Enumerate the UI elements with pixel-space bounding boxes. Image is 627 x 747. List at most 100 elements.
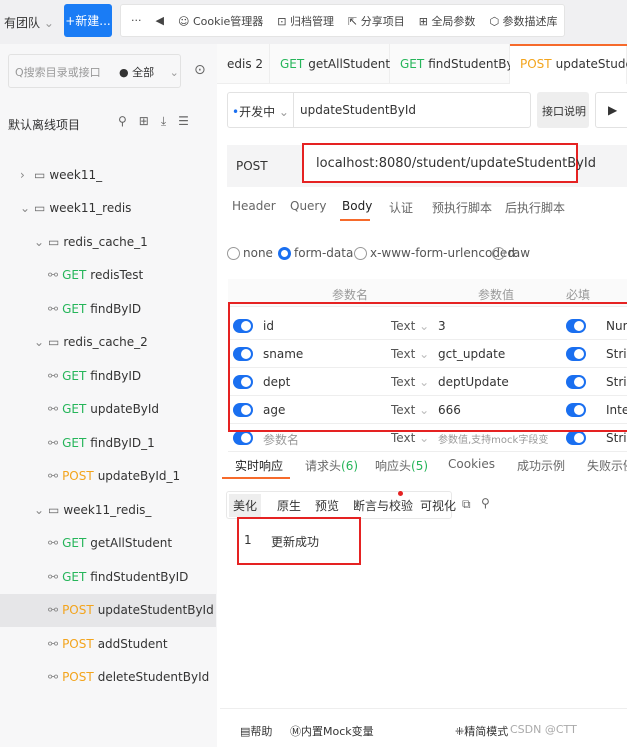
play-icon[interactable]: ▶	[595, 92, 627, 128]
tree-item[interactable]: ⚯ GET findByID_1	[0, 426, 216, 459]
method-badge: POST	[62, 603, 94, 617]
tab-2[interactable]: GET findStudentByII	[390, 44, 521, 84]
view-tab-3[interactable]: 断言与校验	[349, 494, 417, 517]
archive-button[interactable]: ⊡ 归档管理	[277, 13, 334, 29]
api-name-value[interactable]: updateStudentById	[300, 103, 416, 117]
radio-label: form-data	[294, 246, 354, 260]
tree-item[interactable]: ⚯ GET findByID	[0, 292, 216, 325]
radio-label: raw	[508, 246, 531, 260]
method-select[interactable]: POST	[236, 159, 268, 173]
tree-item[interactable]: ⚯ GET findStudentByID	[0, 560, 216, 593]
link-icon: ⚯	[48, 636, 59, 651]
link-icon: ⚯	[48, 402, 59, 416]
param-library-button[interactable]: ⬡ 参数描述库	[489, 13, 557, 29]
view-tab-2[interactable]: 预览	[311, 494, 343, 517]
body-type-radio[interactable]: raw	[492, 246, 530, 260]
filter-select[interactable]: ● 全部 ⌄	[119, 64, 179, 80]
tab-3[interactable]: POSTupdateStuder	[510, 44, 627, 84]
link-icon: ⚯	[48, 368, 59, 383]
doc-button[interactable]: 接口说明	[537, 92, 589, 128]
view-tab-1[interactable]: 原生	[273, 494, 305, 517]
subtab-1[interactable]: Query	[290, 199, 326, 213]
chevron-down-icon[interactable]: ⌄	[34, 335, 48, 349]
tree-item[interactable]: ⌄ ▭ redis_cache_1	[0, 225, 216, 258]
tree-item[interactable]: ⚯ POST updateById_1	[0, 460, 216, 493]
subtab-2[interactable]: Body	[342, 199, 372, 213]
tree-item[interactable]: › ▭ week11_	[0, 158, 216, 191]
radio-label: none	[243, 246, 273, 260]
collapse-icon[interactable]: ◀	[156, 14, 164, 27]
cookie-manager-button[interactable]: ☺ Cookie管理器	[178, 13, 263, 29]
view-tab-0[interactable]: 美化	[229, 494, 262, 517]
folder-icon: ▭	[48, 335, 60, 349]
add-icon[interactable]: ⚲	[118, 114, 139, 128]
help-icon: ▤	[240, 725, 251, 738]
response-tab-1[interactable]: 请求头(6)	[305, 457, 362, 474]
api-label: updateById	[90, 402, 160, 416]
view-tab-4[interactable]: 可视化	[416, 494, 460, 517]
tree-item[interactable]: ⌄ ▭ redis_cache_2	[0, 326, 216, 359]
assert-badge	[398, 491, 403, 496]
import-icon[interactable]: ⤓	[161, 114, 178, 128]
locate-icon[interactable]: ⊙	[194, 62, 206, 78]
tree-item[interactable]: ⚯ GET findByID	[0, 359, 216, 392]
tab-1[interactable]: GET getAllStudent	[270, 44, 390, 84]
chevron-right-icon[interactable]: ›	[20, 168, 34, 182]
new-folder-icon[interactable]: ⊞	[139, 114, 161, 128]
param-value[interactable]: 参数值,支持mock字段变	[438, 431, 548, 446]
subtab-0[interactable]: Header	[232, 199, 276, 213]
status-select[interactable]: •开发中 ⌄	[232, 103, 289, 120]
method-badge: GET	[62, 536, 87, 550]
tab-0[interactable]: edis 2	[217, 44, 270, 84]
sort-icon[interactable]: ☰	[178, 114, 201, 128]
response-tab-0[interactable]: 实时响应	[235, 457, 283, 474]
response-tab-2[interactable]: 响应头(5)	[375, 457, 432, 474]
chevron-down-icon[interactable]: ⌄	[34, 235, 48, 249]
tree-item[interactable]: ⚯ POST deleteStudentById	[0, 661, 216, 694]
param-name[interactable]: 参数名	[263, 431, 299, 448]
tree-item[interactable]: ⚯ GET getAllStudent	[0, 527, 216, 560]
response-tab-5[interactable]: 失败示例	[587, 457, 627, 474]
resp-tab-underline	[222, 477, 290, 479]
method-badge: POST	[62, 636, 94, 651]
body-type-radio[interactable]: x-www-form-urlencoded	[354, 246, 515, 260]
tree-item[interactable]: ⚯ GET updateById	[0, 393, 216, 426]
subtab-4[interactable]: 预执行脚本	[432, 199, 492, 216]
help-label: 帮助	[250, 725, 273, 738]
tree-item[interactable]: ⌄ ▭ week11_redis_	[0, 493, 216, 526]
body-type-radio[interactable]: none	[227, 246, 273, 260]
param-datatype[interactable]: Stri	[606, 431, 627, 445]
share-button[interactable]: ⇱ 分享项目	[348, 13, 405, 29]
subtab-5[interactable]: 后执行脚本	[505, 199, 565, 216]
tree-item[interactable]: ⚯ POST addStudent	[0, 627, 216, 660]
help-button[interactable]: ▤帮助	[240, 723, 272, 739]
required-toggle[interactable]	[566, 431, 586, 445]
subtab-3[interactable]: 认证	[389, 199, 413, 216]
copy-icon[interactable]: ⧉	[462, 497, 471, 512]
enable-toggle[interactable]	[233, 431, 253, 445]
api-label: updateById_1	[97, 469, 181, 483]
simple-label: 精简模式	[464, 725, 509, 738]
response-tab-3[interactable]: Cookies	[448, 457, 495, 471]
sidebar-actions: ⚲⊞⤓☰	[118, 114, 201, 129]
tree-item[interactable]: ⚯ POST updateStudentById	[0, 593, 216, 627]
url-input[interactable]: localhost:8080/student/updateStudentById	[302, 143, 596, 183]
method-badge: GET	[62, 435, 87, 450]
type-select[interactable]: Text ⌄	[391, 431, 429, 445]
chevron-down-icon[interactable]: ⌄	[20, 201, 34, 215]
mock-button[interactable]: Ⓜ内置Mock变量	[290, 723, 374, 739]
more-button[interactable]: ···	[131, 14, 142, 27]
filter-label: 全部	[132, 66, 155, 79]
chevron-down-icon[interactable]: ⌄	[34, 503, 48, 517]
global-params-button[interactable]: ⊞ 全局参数	[419, 13, 476, 29]
response-tab-4[interactable]: 成功示例	[517, 457, 565, 474]
tab-label: edis 2	[227, 57, 264, 71]
new-button[interactable]: +新建...	[64, 4, 112, 37]
body-type-radio[interactable]: form-data	[278, 246, 353, 260]
team-selector[interactable]: 有团队 ⌄	[4, 14, 54, 31]
simple-mode-button[interactable]: ⁜精简模式	[455, 723, 508, 739]
search-input[interactable]: Q搜索目录或接口 ● 全部 ⌄	[8, 54, 181, 88]
tree-item[interactable]: ⌄ ▭ week11_redis	[0, 192, 216, 225]
search-icon[interactable]: ⚲	[481, 496, 490, 510]
tree-item[interactable]: ⚯ GET redisTest	[0, 259, 216, 292]
